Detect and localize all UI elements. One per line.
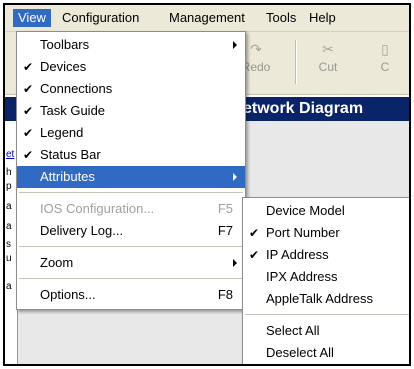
menu-item-shortcut: F8 — [217, 287, 233, 302]
check-icon: ✔ — [23, 104, 34, 118]
menu-item-label: IPX Address — [266, 269, 338, 284]
submenu-arrow-icon — [233, 41, 237, 49]
menu-item-select-all[interactable]: Select All — [243, 320, 409, 342]
copy-icon: ▯ — [381, 41, 389, 57]
menu-item-label: Select All — [266, 323, 320, 338]
left-text-fragment: a — [6, 221, 12, 232]
menu-separator — [19, 246, 243, 247]
menu-item-ip-address[interactable]: ✔ IP Address — [243, 244, 409, 266]
check-icon: ✔ — [23, 82, 34, 96]
left-text-fragment: a — [6, 281, 12, 292]
menu-item-label: AppleTalk Address — [266, 291, 373, 306]
menu-item-label: IOS Configuration... — [40, 201, 155, 216]
menu-item-options[interactable]: Options... F8 — [17, 284, 245, 306]
check-icon: ✔ — [249, 248, 260, 262]
menu-item-ipx-address[interactable]: IPX Address — [243, 266, 409, 288]
menu-item-label: Attributes — [40, 169, 95, 184]
menu-item-task-guide[interactable]: ✔ Task Guide — [17, 100, 245, 122]
left-text-fragment: p — [6, 181, 12, 192]
menu-bar: View Configuration Management Tools Help — [5, 5, 409, 32]
toolbar-separator — [295, 40, 297, 84]
menu-item-label: Devices — [40, 59, 87, 74]
menu-item-ios-configuration[interactable]: IOS Configuration... F5 — [17, 198, 245, 220]
menu-item-label: Options... — [40, 287, 96, 302]
attributes-submenu: Device Model ✔ Port Number ✔ IP Address … — [242, 197, 409, 364]
diagram-title: etwork Diagram — [243, 100, 364, 117]
left-text-fragment: a — [6, 201, 12, 212]
menu-item-device-model[interactable]: Device Model — [243, 200, 409, 222]
app-window: View Configuration Management Tools Help… — [3, 3, 411, 366]
menu-item-label: Zoom — [40, 255, 74, 270]
menu-item-toolbars[interactable]: Toolbars — [17, 34, 245, 56]
menu-item-status-bar[interactable]: ✔ Status Bar — [17, 144, 245, 166]
cut-icon: ✂ — [322, 41, 334, 57]
menu-item-delivery-log[interactable]: Delivery Log... F7 — [17, 220, 245, 242]
submenu-arrow-icon — [233, 173, 237, 181]
menu-separator — [19, 192, 243, 193]
menu-separator — [245, 314, 409, 315]
left-link-fragment[interactable]: et — [6, 149, 14, 160]
menu-item-label: Deselect All — [266, 345, 334, 360]
submenu-arrow-icon — [233, 259, 237, 267]
menu-item-legend[interactable]: ✔ Legend — [17, 122, 245, 144]
menu-item-port-number[interactable]: ✔ Port Number — [243, 222, 409, 244]
menu-item-shortcut: F7 — [217, 223, 233, 238]
menu-management[interactable]: Management — [164, 9, 250, 27]
menu-item-label: IP Address — [266, 247, 329, 262]
check-icon: ✔ — [23, 60, 34, 74]
check-icon: ✔ — [249, 226, 260, 240]
menu-item-deselect-all[interactable]: Deselect All — [243, 342, 409, 364]
menu-item-zoom[interactable]: Zoom — [17, 252, 245, 274]
menu-item-shortcut: F5 — [217, 201, 233, 216]
menu-item-label: Delivery Log... — [40, 223, 124, 238]
menu-item-label: Task Guide — [40, 103, 106, 118]
menu-help[interactable]: Help — [304, 9, 341, 27]
menu-item-label: Status Bar — [40, 147, 101, 162]
copy-label-partial: C — [380, 60, 390, 74]
check-icon: ✔ — [23, 126, 34, 140]
copy-button-partial[interactable]: ▯ C — [375, 38, 395, 74]
menu-item-label: Port Number — [266, 225, 340, 240]
menu-item-devices[interactable]: ✔ Devices — [17, 56, 245, 78]
menu-separator — [19, 278, 243, 279]
menu-item-label: Toolbars — [40, 37, 90, 52]
check-icon: ✔ — [23, 148, 34, 162]
left-text-fragment: h — [6, 167, 12, 178]
menu-item-appletalk-address[interactable]: AppleTalk Address — [243, 288, 409, 310]
menu-item-attributes[interactable]: Attributes — [17, 166, 245, 188]
left-text-fragment: u — [6, 253, 12, 264]
menu-view[interactable]: View — [13, 9, 51, 27]
menu-item-label: Legend — [40, 125, 84, 140]
left-text-fragment: s — [6, 239, 11, 250]
cut-button[interactable]: ✂ Cut — [305, 38, 351, 74]
menu-tools[interactable]: Tools — [261, 9, 301, 27]
view-menu: Toolbars ✔ Devices ✔ Connections ✔ Task … — [16, 31, 246, 310]
menu-item-label: Connections — [40, 81, 113, 96]
menu-item-label: Device Model — [266, 203, 345, 218]
cut-label: Cut — [318, 60, 338, 74]
menu-item-connections[interactable]: ✔ Connections — [17, 78, 245, 100]
menu-configuration[interactable]: Configuration — [57, 9, 144, 27]
